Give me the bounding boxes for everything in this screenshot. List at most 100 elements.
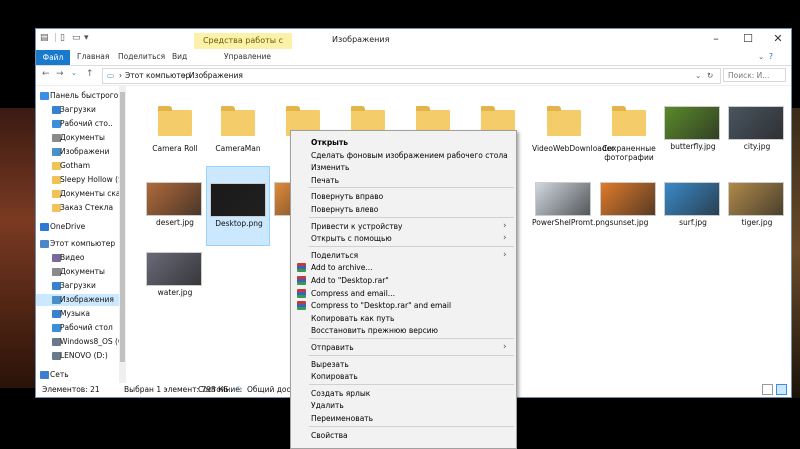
context-menu-item[interactable]: Вырезать [291,358,516,371]
breadcrumb-this-pc[interactable]: Этот компьютер [125,71,190,80]
file-tile[interactable]: Сохраненные фотографии [597,90,661,170]
details-view-button[interactable] [762,384,773,395]
context-menu-item[interactable]: Сделать фоновым изображением рабочего ст… [291,149,516,162]
file-name: CameraMan [215,144,261,153]
search-input[interactable]: Поиск: И... [723,68,786,82]
sidebar-item[interactable]: Windows8_OS (C [36,336,126,348]
context-menu-item[interactable]: Поделиться › [291,249,516,262]
breadcrumb-pictures[interactable]: Изображения [189,71,243,80]
sidebar-item[interactable]: Панель быстрого [36,90,126,102]
tab-home[interactable]: Главная [77,52,109,61]
context-menu-item[interactable]: Привести к устройству › [291,220,516,233]
sidebar-item[interactable]: Изображени [36,146,126,158]
menu-item-label: Повернуть влево [311,205,379,214]
sidebar-item[interactable]: LENOVO (D:) [36,350,126,362]
context-menu-item[interactable]: Add to "Desktop.rar" [291,274,516,287]
menu-separator [309,245,514,247]
quick-access-dropdown-icon[interactable]: ▾ [84,33,89,43]
explorer-icon[interactable]: ▤ [40,33,49,43]
sidebar-item[interactable]: Документы [36,132,126,144]
file-tile[interactable]: surf.jpg [661,166,725,246]
close-button[interactable]: ✕ [763,31,791,47]
context-menu-item[interactable]: Повернуть вправо [291,190,516,203]
file-tile[interactable]: PowerShelPromt.png [532,166,610,246]
sidebar-item-label: Изображени [60,147,110,156]
help-icon[interactable]: ? [769,52,773,61]
scrollbar-thumb[interactable] [120,92,125,362]
context-menu-item[interactable]: Копировать как путь [291,312,516,325]
up-arrow-icon[interactable]: ↑ [86,69,94,79]
ribbon-expand-icon[interactable]: ⌄ [758,52,764,61]
context-menu-item[interactable]: Создать ярлык [291,387,516,400]
menu-item-label: Удалить [311,401,344,411]
tab-share[interactable]: Поделиться [118,52,165,61]
menu-separator [309,187,514,189]
recent-dropdown-icon[interactable]: ⌄ [71,69,77,77]
sidebar-item[interactable]: Рабочий сто.. [36,118,126,130]
properties-icon[interactable]: ▯ [60,33,65,43]
context-menu-item[interactable]: Удалить [291,399,516,412]
context-menu-item[interactable]: Свойства [291,429,516,442]
context-menu-item[interactable]: Повернуть влево [291,203,516,216]
file-tile[interactable]: sunset.jpg [597,166,661,246]
context-menu-item[interactable]: Compress to "Desktop.rar" and email [291,299,516,312]
tab-view[interactable]: Вид [172,52,187,61]
context-menu-item[interactable]: Открыть с помощью › [291,232,516,245]
menu-item-label: Печать [311,175,340,185]
file-tile[interactable]: Camera Roll [143,90,207,170]
file-tile[interactable]: butterfly.jpg [661,90,725,170]
sidebar-item[interactable]: Документы [36,266,126,278]
sidebar-item[interactable]: Gotham [36,160,126,172]
ribbon-tabs: Файл Главная Поделиться Вид Управление ?… [36,50,791,66]
address-dropdown-icon[interactable]: ⌄ [695,71,701,80]
picture-tools-tab[interactable]: Средства работы с рисунками [194,33,292,60]
context-menu-item[interactable]: Изменить [291,161,516,174]
sidebar-item[interactable]: Загрузки [36,280,126,292]
large-icons-view-button[interactable] [776,384,787,395]
file-tile[interactable]: VideoWebDownloader [532,90,614,170]
refresh-icon[interactable]: ↻ [707,71,713,80]
context-menu-item[interactable]: Переименовать [291,412,516,425]
new-folder-icon[interactable]: ▭ [72,33,81,43]
file-tile[interactable]: tiger.jpg [725,166,789,246]
file-tile[interactable]: Desktop.png [206,166,270,246]
tab-file[interactable]: Файл [36,50,70,65]
sidebar-item[interactable]: Этот компьютер [36,238,126,250]
sidebar-item[interactable]: Изображения [36,294,126,306]
sidebar-item[interactable]: Музыка [36,308,126,320]
tab-manage[interactable]: Управление [224,52,271,61]
navigation-scrollbar[interactable] [119,86,126,383]
image-thumbnail [146,252,202,286]
image-thumbnail [210,183,266,217]
file-tile[interactable]: city.jpg [725,90,789,170]
sidebar-item[interactable]: Рабочий стол [36,322,126,334]
sidebar-item[interactable]: Sleepy Hollow (S [36,174,126,186]
sidebar-item[interactable]: Сеть [36,369,126,381]
context-menu-item[interactable]: Открыть [291,136,516,149]
sidebar-item[interactable]: OneDrive [36,221,126,233]
file-tile[interactable]: desert.jpg [143,166,207,246]
menu-item-label: Копировать [311,372,358,382]
minimize-button[interactable]: – [701,31,731,47]
sidebar-item[interactable]: Документы скас [36,188,126,200]
sidebar-item-label: Загрузки [60,281,96,290]
file-tile[interactable]: water.jpg [143,236,207,316]
maximize-button[interactable]: ☐ [733,31,763,47]
folder-icon [158,106,192,136]
context-menu-item[interactable]: Add to archive... [291,261,516,274]
address-box[interactable]: ▭ › Этот компьютер › Изображения ⌄ ↻ [102,68,721,84]
forward-arrow-icon[interactable]: → [56,69,64,79]
image-thumbnail [600,182,656,216]
context-menu-item[interactable]: Копировать [291,370,516,383]
file-tile[interactable]: CameraMan [206,90,270,170]
back-arrow-icon[interactable]: ← [42,69,50,79]
sidebar-item[interactable]: Загрузки [36,104,126,116]
sidebar-item[interactable]: Заказ Стекла [36,202,126,214]
context-menu-item[interactable]: Печать [291,174,516,187]
image-thumbnail [664,106,720,140]
context-menu-item[interactable]: Compress and email... [291,287,516,300]
sidebar-item[interactable]: Видео [36,252,126,264]
context-menu-item[interactable]: Отправить › [291,341,516,354]
image-thumbnail [664,182,720,216]
context-menu-item[interactable]: Восстановить прежнюю версию [291,324,516,337]
